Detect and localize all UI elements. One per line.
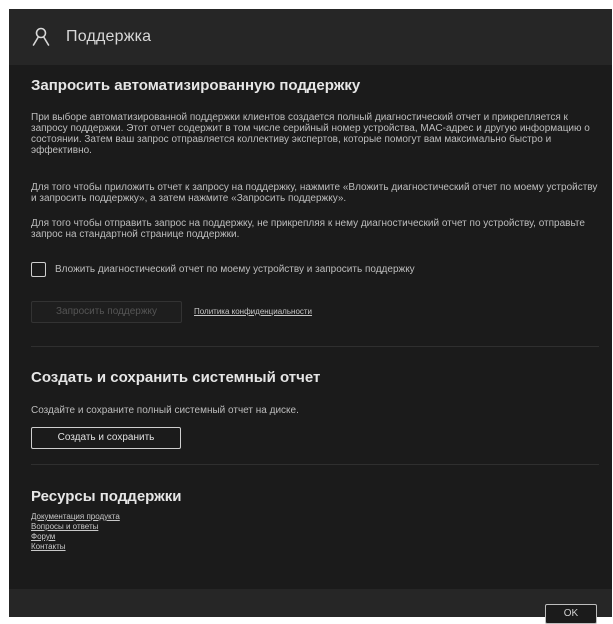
- system-report-heading: Создать и сохранить системный отчет: [31, 369, 321, 386]
- attach-report-label[interactable]: Вложить диагностический отчет по моему у…: [55, 264, 415, 275]
- user-support-icon: [31, 26, 51, 46]
- system-report-desc-wrap: Создайте и сохраните полный системный от…: [31, 405, 599, 416]
- auto-support-description: При выборе автоматизированной поддержки …: [31, 112, 590, 156]
- dialog-title: Поддержка: [66, 28, 152, 45]
- resource-link-faq[interactable]: Вопросы и ответы: [31, 522, 599, 532]
- request-support-button[interactable]: Запросить поддержку: [31, 301, 182, 323]
- resources-links: Документация продукта Вопросы и ответы Ф…: [31, 512, 599, 552]
- attach-report-row[interactable]: Вложить диагностический отчет по моему у…: [31, 262, 591, 282]
- resources-heading: Ресурсы поддержки: [31, 488, 182, 505]
- resource-link-docs[interactable]: Документация продукта: [31, 512, 599, 522]
- system-report-section: Создать и сохранить системный отчет: [31, 369, 599, 386]
- system-report-description: Создайте и сохраните полный системный от…: [31, 405, 299, 416]
- section-divider: [31, 346, 599, 347]
- dialog-footer: OK: [9, 589, 612, 624]
- attach-report-checkbox[interactable]: [31, 262, 46, 277]
- dialog-header: Поддержка: [9, 9, 612, 65]
- auto-support-standard-note: Для того чтобы отправить запрос на подде…: [31, 218, 585, 240]
- support-dialog: Поддержка Запросить автоматизированную п…: [9, 9, 612, 624]
- auto-support-para2-wrap: Для того чтобы приложить отчет к запросу…: [31, 182, 599, 204]
- auto-support-section: Запросить автоматизированную поддержку: [31, 77, 599, 94]
- resources-section: Ресурсы поддержки: [31, 488, 599, 505]
- auto-support-para3-wrap: Для того чтобы отправить запрос на подде…: [31, 218, 599, 240]
- ok-button[interactable]: OK: [545, 604, 597, 624]
- create-save-report-button[interactable]: Создать и сохранить: [31, 427, 181, 449]
- section-divider: [31, 464, 599, 465]
- auto-support-instructions: Для того чтобы приложить отчет к запросу…: [31, 182, 598, 204]
- auto-support-para1-wrap: При выборе автоматизированной поддержки …: [31, 112, 599, 156]
- privacy-policy-link[interactable]: Политика конфиденциальности: [194, 307, 312, 316]
- auto-support-heading: Запросить автоматизированную поддержку: [31, 77, 361, 94]
- resource-link-contacts[interactable]: Контакты: [31, 542, 599, 552]
- dialog-body: Запросить автоматизированную поддержку П…: [9, 65, 612, 589]
- resource-link-forum[interactable]: Форум: [31, 532, 599, 542]
